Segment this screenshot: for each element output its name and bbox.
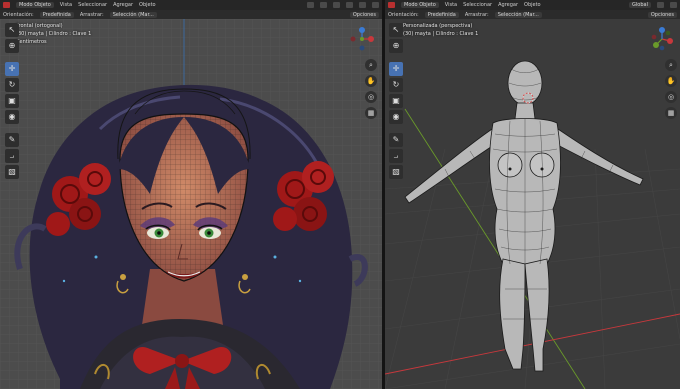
right-nav-buttons: ⌕ ✋ ◎ ▦	[665, 59, 677, 119]
editor-type-icon[interactable]	[388, 2, 395, 8]
units-label: Centímetros	[16, 39, 47, 45]
left-3d-viewport[interactable]: Modo Objeto Vista Seleccionar Agregar Ob…	[0, 0, 382, 389]
orientation-dropdown[interactable]: Predefinida	[39, 11, 74, 18]
navigation-gizmo[interactable]	[650, 27, 674, 51]
viewport-info: Frontal (ortogonal) (30) mayta | Cilindr…	[16, 22, 91, 46]
select-cursor-icon[interactable]: ↖	[5, 23, 19, 37]
toolbar-gap	[389, 55, 403, 60]
rotate-icon[interactable]: ↻	[389, 78, 403, 92]
cursor-3d-icon[interactable]: ⊕	[5, 39, 19, 53]
select-menu[interactable]: Seleccionar	[78, 2, 107, 8]
grid-view-icon[interactable]: ▦	[665, 107, 677, 119]
left-viewport-canvas[interactable]: Frontal (ortogonal) (30) mayta | Cilindr…	[0, 19, 382, 389]
right-toolbar: ↖ ⊕ ✛ ↻ ▣ ◉ ✎ ⨼ ▧	[389, 23, 403, 179]
add-cube-icon[interactable]: ▧	[5, 165, 19, 179]
right-3d-viewport[interactable]: Modo Objeto Vista Seleccionar Agregar Ob…	[385, 0, 680, 389]
orientation-label: Orientación:	[388, 11, 419, 18]
annotate-icon[interactable]: ✎	[389, 133, 403, 147]
cursor-3d-icon[interactable]: ⊕	[389, 39, 403, 53]
annotate-icon[interactable]: ✎	[5, 133, 19, 147]
toolbar-gap	[5, 126, 19, 131]
right-tool-settings: Orientación: Predefinida Arrastrar: Sele…	[385, 10, 680, 19]
measure-icon[interactable]: ⨼	[5, 149, 19, 163]
overlay-icon[interactable]	[346, 2, 353, 8]
drag-dropdown[interactable]: Selección (Mar...	[109, 11, 157, 18]
zoom-icon[interactable]: ⌕	[365, 59, 377, 71]
shading-icon[interactable]	[372, 2, 379, 8]
pan-hand-icon[interactable]: ✋	[665, 75, 677, 87]
object-info-label: (30) mayta | Cilindro : Clave 1	[16, 31, 92, 37]
toolbar-gap	[5, 55, 19, 60]
scale-icon[interactable]: ▣	[389, 94, 403, 108]
left-toolbar: ↖ ⊕ ✛ ↻ ▣ ◉ ✎ ⨼ ▧	[5, 23, 19, 179]
pan-hand-icon[interactable]: ✋	[365, 75, 377, 87]
orientation-label: Orientación:	[3, 11, 34, 18]
mode-dropdown[interactable]: Modo Objeto	[401, 2, 439, 8]
transform-icon[interactable]: ◉	[389, 110, 403, 124]
drag-label: Arrastrar:	[464, 11, 489, 18]
rotate-icon[interactable]: ↻	[5, 78, 19, 92]
xray-icon[interactable]	[359, 2, 366, 8]
zoom-icon[interactable]: ⌕	[665, 59, 677, 71]
pivot-icon[interactable]	[307, 2, 314, 8]
camera-icon[interactable]: ◎	[665, 91, 677, 103]
options-dropdown[interactable]: Opciones	[349, 11, 379, 18]
object-info-label: (30) mayta | Cilindro : Clave 1	[403, 31, 479, 37]
orientation-dropdown[interactable]: Predefinida	[424, 11, 459, 18]
add-cube-icon[interactable]: ▧	[389, 165, 403, 179]
navigation-gizmo[interactable]	[350, 27, 374, 51]
shading-icon[interactable]	[670, 2, 677, 8]
toolbar-gap	[389, 126, 403, 131]
left-viewport-header: Modo Objeto Vista Seleccionar Agregar Ob…	[0, 0, 382, 10]
grid-view-icon[interactable]: ▦	[365, 107, 377, 119]
right-viewport-canvas[interactable]: Personalizada (perspectiva) (30) mayta |…	[385, 19, 680, 389]
select-cursor-icon[interactable]: ↖	[389, 23, 403, 37]
drag-label: Arrastrar:	[79, 11, 104, 18]
view-name-label: Frontal (ortogonal)	[16, 23, 63, 29]
add-menu[interactable]: Agregar	[498, 2, 518, 8]
measure-icon[interactable]: ⨼	[389, 149, 403, 163]
move-icon[interactable]: ✛	[5, 62, 19, 76]
reference-image-and-mesh	[0, 19, 382, 389]
perspective-scene	[385, 19, 680, 389]
viewport-info: Personalizada (perspectiva) (30) mayta |…	[403, 22, 478, 38]
left-nav-buttons: ⌕ ✋ ◎ ▦	[365, 59, 377, 119]
object-menu[interactable]: Objeto	[139, 2, 156, 8]
add-menu[interactable]: Agregar	[113, 2, 133, 8]
right-viewport-header: Modo Objeto Vista Seleccionar Agregar Ob…	[385, 0, 680, 10]
camera-icon[interactable]: ◎	[365, 91, 377, 103]
scale-icon[interactable]: ▣	[5, 94, 19, 108]
snap-icon[interactable]	[320, 2, 327, 8]
left-tool-settings: Orientación: Predefinida Arrastrar: Sele…	[0, 10, 382, 19]
view-menu[interactable]: Vista	[445, 2, 457, 8]
transform-icon[interactable]: ◉	[5, 110, 19, 124]
transform-orientation-dropdown[interactable]: Global	[629, 2, 651, 8]
view-menu[interactable]: Vista	[60, 2, 72, 8]
options-dropdown[interactable]: Opciones	[647, 11, 677, 18]
object-menu[interactable]: Objeto	[524, 2, 541, 8]
view-name-label: Personalizada (perspectiva)	[403, 23, 473, 29]
snap-icon[interactable]	[657, 2, 664, 8]
drag-dropdown[interactable]: Selección (Mar...	[494, 11, 542, 18]
editor-type-icon[interactable]	[3, 2, 10, 8]
move-icon[interactable]: ✛	[389, 62, 403, 76]
proportional-edit-icon[interactable]	[333, 2, 340, 8]
select-menu[interactable]: Seleccionar	[463, 2, 492, 8]
mode-dropdown[interactable]: Modo Objeto	[16, 2, 54, 8]
